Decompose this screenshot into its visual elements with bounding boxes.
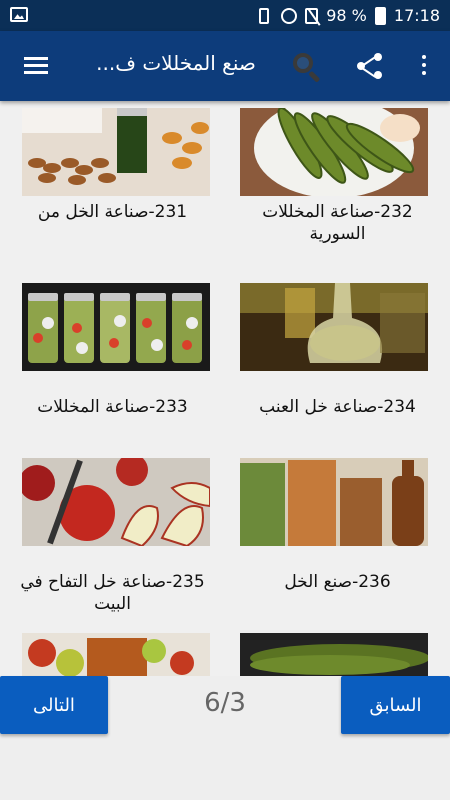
recipe-grid: 232-صناعة المخللات السورية 231-صناعة الخ… <box>0 101 450 676</box>
vinegar-cruet-image <box>240 283 428 371</box>
status-bar: 98 % 17:18 <box>0 0 450 31</box>
recipe-title: 233-صناعة المخللات <box>37 397 188 417</box>
page-indicator: 6/3 <box>204 688 246 718</box>
apples-drink-image <box>22 633 210 676</box>
next-button[interactable]: التالى <box>0 676 108 734</box>
page-title: صنع المخللات ف... <box>96 51 256 75</box>
sliced-apples-image <box>22 458 210 546</box>
recipe-card-233[interactable]: 233-صناعة المخللات <box>0 276 225 451</box>
search-icon[interactable] <box>291 51 321 83</box>
pickled-cucumbers-image <box>240 108 428 196</box>
recipe-title: 234-صناعة خل العنب <box>259 397 416 417</box>
previous-button[interactable]: السابق <box>341 676 450 734</box>
vibrate-icon <box>259 7 270 24</box>
alarm-icon <box>281 7 298 24</box>
recipe-card-235[interactable]: 235-صناعة خل التفاح في البيت <box>0 451 225 626</box>
menu-icon[interactable] <box>24 57 48 75</box>
clock: 17:18 <box>393 6 440 25</box>
cucumber-pickles-image <box>240 633 428 676</box>
recipe-card[interactable] <box>0 626 225 676</box>
recipe-card-231[interactable]: 231-صناعة الخل من <box>0 101 225 276</box>
pagination-bar: التالى 6/3 السابق <box>0 676 450 800</box>
image-notification-icon <box>10 7 28 22</box>
recipe-card[interactable] <box>225 626 450 676</box>
app-bar: صنع المخللات ف... <box>0 31 450 101</box>
status-icons: 98 % 17:18 <box>255 0 440 31</box>
recipe-card-236[interactable]: 236-صنع الخل <box>225 451 450 626</box>
recipe-title: 235-صناعة خل التفاح في البيت <box>20 572 205 614</box>
recipe-title: 236-صنع الخل <box>284 572 391 592</box>
recipe-card-232[interactable]: 232-صناعة المخللات السورية <box>225 101 450 276</box>
recipe-title: 231-صناعة الخل من <box>37 202 188 222</box>
vinegar-jars-image <box>240 458 428 546</box>
recipe-card-234[interactable]: 234-صناعة خل العنب <box>225 276 450 451</box>
no-sim-icon <box>305 7 319 24</box>
battery-percent: 98 % <box>326 6 367 25</box>
pickle-jars-image <box>22 283 210 371</box>
battery-icon <box>374 6 386 25</box>
dates-bottle-image <box>22 108 210 196</box>
overflow-menu-icon[interactable] <box>419 55 429 77</box>
share-icon[interactable] <box>357 53 383 79</box>
recipe-title: 232-صناعة المخللات السورية <box>262 202 413 244</box>
